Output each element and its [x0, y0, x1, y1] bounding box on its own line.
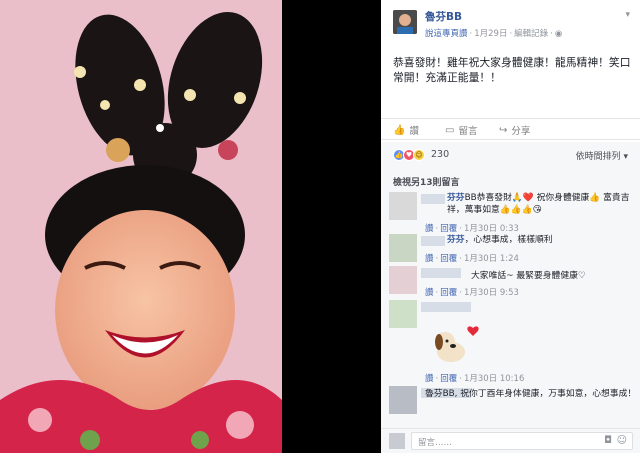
comment-body: BB恭喜發財🙏❤️ 祝你身體健康👍 富貴吉祥，萬事如意👍👍👍😘 [447, 193, 630, 215]
comment-time[interactable]: 1月30日 10:16 [464, 374, 524, 384]
comment-body: 大家唯話~ 最緊要身體健康♡ [471, 271, 586, 281]
commenter-avatar[interactable] [389, 266, 417, 294]
blurred-name [421, 268, 461, 278]
chevron-down-icon[interactable]: ▾ [625, 10, 630, 20]
reaction-count[interactable]: 230 [431, 149, 449, 160]
comment-reply-link[interactable]: 回覆 [440, 224, 457, 234]
comment-meta: 讚 · 回覆 · 1月30日 9:53 [425, 288, 519, 298]
current-user-avatar [389, 433, 405, 449]
author-name[interactable]: 魯芬BB [425, 9, 462, 24]
comment-reply-link[interactable]: 回覆 [440, 254, 457, 264]
author-avatar[interactable] [393, 10, 417, 34]
comment-meta: 讚 · 回覆 · 1月30日 1:24 [425, 254, 519, 264]
comment-time[interactable]: 1月30日 0:33 [464, 224, 519, 234]
haha-reaction-icon: ☺ [413, 149, 425, 161]
share-icon: ↪ [499, 124, 508, 136]
blurred-name [421, 302, 471, 312]
facebook-post: 魯芬BB 說這專頁讚 · 1月29日 · 編輯記錄 · ◉ ▾ 恭喜發財！雞年祝大家身體健康… [381, 0, 640, 453]
share-label: 分享 [511, 126, 531, 137]
post-body: 恭喜發財！雞年祝大家身體健康！龍馬精神！笑口常開！充滿正能量！！ [393, 56, 631, 84]
commenter-name[interactable]: 芬芬 [447, 193, 465, 203]
comment-time[interactable]: 1月30日 1:24 [464, 254, 519, 264]
thumbs-up-icon: 👍 [393, 124, 406, 136]
comment-button[interactable]: ▭ 留言 [445, 123, 478, 138]
comment-label: 留言 [458, 126, 478, 137]
comment-meta: 讚 · 回覆 · 1月30日 10:16 [425, 374, 525, 384]
sort-dropdown[interactable]: 依時間排列 ▾ [576, 149, 628, 162]
comment-reply-link[interactable]: 回覆 [440, 374, 457, 384]
share-button[interactable]: ↪ 分享 [499, 123, 531, 138]
post-actions: 👍 讚 ▭ 留言 ↪ 分享 [381, 118, 640, 140]
photo-illustration [0, 0, 282, 453]
view-more-comments-link[interactable]: 檢視另13則留言 [393, 175, 460, 188]
comment-like-link[interactable]: 讚 [425, 254, 434, 264]
translate-link[interactable]: 說這專頁讚 [425, 29, 468, 39]
commenter-avatar[interactable] [389, 386, 417, 414]
reaction-icons[interactable]: 👍 ♥ ☺ [393, 149, 425, 161]
commenter-avatar[interactable] [389, 300, 417, 328]
comment-reply-link[interactable]: 回覆 [440, 288, 457, 298]
globe-icon: ◉ [554, 29, 563, 39]
comment-text: 芬芬，心想事成，樣樣順利 [447, 234, 637, 246]
post-date[interactable]: 1月29日 [474, 29, 507, 39]
comment-input-placeholder: 留言…… [418, 438, 453, 448]
emoji-icon[interactable]: ☺ [617, 435, 627, 446]
comment-text: 魯芬BB, 祝你丁酉年身体健康，万事如意，心想事成！ [425, 388, 637, 400]
comment-meta: 讚 · 回覆 · 1月30日 0:33 [425, 224, 519, 234]
dog-sticker[interactable] [429, 322, 485, 366]
blurred-name [421, 194, 445, 204]
camera-icon[interactable]: ◘ [604, 435, 612, 446]
comment-like-link[interactable]: 讚 [425, 288, 434, 298]
sort-label: 依時間排列 [575, 152, 621, 162]
blurred-name [421, 236, 445, 246]
comment-icon: ▭ [445, 124, 455, 136]
like-button[interactable]: 👍 讚 [393, 123, 419, 138]
comments-section: 檢視另13則留言 芬芬BB恭喜發財🙏❤️ 祝你身體健康👍 富貴吉祥，萬事如意👍👍… [381, 168, 640, 428]
commenter-avatar[interactable] [389, 234, 417, 262]
commenter-name[interactable]: 芬芬 [447, 235, 465, 245]
post-header: 魯芬BB 說這專頁讚 · 1月29日 · 編輯記錄 · ◉ ▾ [381, 0, 640, 48]
like-label: 讚 [409, 126, 419, 137]
post-meta: 說這專頁讚 · 1月29日 · 編輯記錄 · ◉ [425, 29, 563, 39]
comment-like-link[interactable]: 讚 [425, 374, 434, 384]
edit-history-link[interactable]: 編輯記錄 [514, 29, 548, 39]
comment-text: 芬芬BB恭喜發財🙏❤️ 祝你身體健康👍 富貴吉祥，萬事如意👍👍👍😘 [447, 192, 637, 216]
comment-input[interactable]: 留言…… ◘ ☺ [411, 432, 633, 450]
comment-text: 大家唯話~ 最緊要身體健康♡ [471, 270, 636, 282]
comment-like-link[interactable]: 讚 [425, 224, 434, 234]
chevron-down-icon: ▾ [623, 152, 628, 162]
comment-composer: 留言…… ◘ ☺ [381, 428, 640, 453]
comment-time[interactable]: 1月30日 9:53 [464, 288, 519, 298]
comment-body: ，心想事成，樣樣順利 [464, 235, 553, 245]
reactions-bar: 👍 ♥ ☺ 230 依時間排列 ▾ [381, 142, 640, 168]
post-photo[interactable] [0, 0, 282, 453]
comment-body: 魯芬BB, 祝你丁酉年身体健康，万事如意，心想事成！ [425, 389, 637, 399]
commenter-avatar[interactable] [389, 192, 417, 220]
